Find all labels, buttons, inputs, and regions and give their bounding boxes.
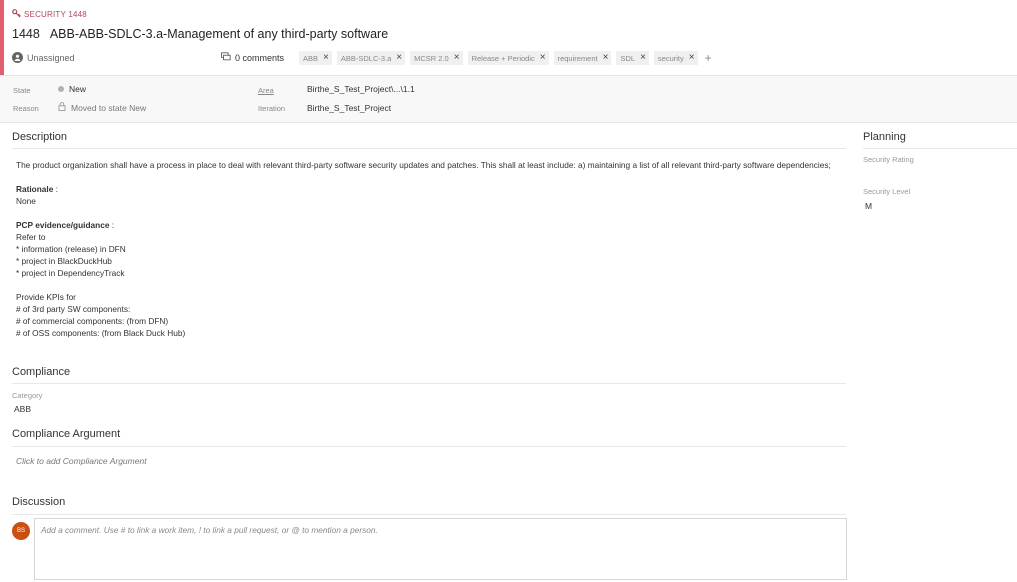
comment-placeholder: Add a comment. Use # to link a work item…	[41, 525, 378, 535]
remove-tag-icon[interactable]: ×	[603, 53, 609, 63]
rationale-colon: :	[53, 184, 58, 194]
iteration-field[interactable]: Birthe_S_Test_Project	[307, 103, 391, 113]
kpi-line: # of OSS components: (from Black Duck Hu…	[16, 328, 186, 338]
pcp-line: * project in BlackDuckHub	[16, 256, 112, 266]
tag[interactable]: requirement ×	[553, 51, 612, 65]
security-rating-label: Security Rating	[863, 155, 914, 164]
comment-input[interactable]: Add a comment. Use # to link a work item…	[34, 518, 847, 580]
work-item-type-color-bar	[0, 0, 4, 75]
assigned-to-label: Unassigned	[27, 52, 75, 63]
tag[interactable]: security ×	[653, 51, 698, 65]
category-label: Category	[12, 391, 43, 400]
tag-label: SDL	[620, 53, 636, 63]
section-divider	[12, 446, 846, 447]
pcp-heading: PCP evidence/guidance :	[16, 219, 836, 231]
security-level-field[interactable]: M	[865, 201, 872, 211]
state-field[interactable]: New	[58, 84, 86, 94]
tag[interactable]: MCSR 2.0 ×	[410, 51, 463, 65]
work-item-meta: Unassigned 0 comments ABB × ABB-SDLC-3.a ×…	[12, 51, 1017, 68]
tag-label: Release + Periodic	[471, 53, 535, 63]
remove-tag-icon[interactable]: ×	[454, 53, 460, 63]
work-item-id: 1448	[12, 27, 40, 41]
discussion-title: Discussion	[12, 496, 66, 508]
rationale-heading: Rationale :	[16, 183, 836, 195]
tag-label: security	[657, 53, 684, 63]
compliance-title: Compliance	[12, 366, 71, 378]
tag-list: ABB × ABB-SDLC-3.a × MCSR 2.0 × Release + P…	[299, 51, 712, 65]
tag-label: requirement	[557, 53, 598, 63]
category-field[interactable]: ABB	[14, 404, 31, 414]
tag[interactable]: ABB ×	[299, 51, 332, 65]
section-divider	[12, 514, 846, 515]
tag[interactable]: SDL ×	[616, 51, 649, 65]
pcp-label: PCP evidence/guidance	[16, 220, 110, 230]
person-icon	[12, 52, 23, 63]
assigned-to[interactable]: Unassigned	[12, 52, 75, 63]
key-icon	[12, 9, 21, 20]
pcp-line: * project in DependencyTrack	[16, 268, 125, 278]
remove-tag-icon[interactable]: ×	[640, 53, 646, 63]
description-title: Description	[12, 131, 68, 143]
pcp-colon: :	[109, 220, 115, 230]
tag-label: MCSR 2.0	[414, 53, 449, 63]
description-field[interactable]: The product organization shall have a pr…	[16, 159, 836, 339]
comments-link[interactable]: 0 comments	[221, 52, 284, 63]
work-item-type: SECURITY 1448	[12, 9, 87, 20]
rationale-label: Rationale	[16, 184, 54, 194]
kpi-line: Provide KPIs for	[16, 292, 76, 302]
compliance-argument-field[interactable]: Click to add Compliance Argument	[16, 456, 147, 466]
remove-tag-icon[interactable]: ×	[540, 53, 546, 63]
tag-label: ABB-SDLC-3.a	[340, 53, 392, 63]
work-item-title-row: 1448 ABB-ABB-SDLC-3.a-Management of any …	[12, 27, 388, 41]
work-item-type-label: SECURITY 1448	[24, 10, 87, 19]
iteration-label: Iteration	[258, 104, 286, 113]
section-divider	[12, 383, 846, 384]
remove-tag-icon[interactable]: ×	[396, 53, 402, 63]
description-intro: The product organization shall have a pr…	[16, 160, 831, 170]
compliance-argument-title: Compliance Argument	[12, 428, 121, 440]
area-field[interactable]: Birthe_S_Test_Project\...\1.1	[307, 84, 415, 94]
state-dot-icon	[58, 86, 64, 92]
section-divider	[12, 148, 846, 149]
state-label: State	[13, 86, 31, 95]
reason-field: Moved to state New	[58, 102, 146, 113]
reason-label: Reason	[13, 104, 39, 113]
state-value: New	[69, 84, 87, 94]
comment-icon	[221, 52, 231, 63]
comments-count: 0 comments	[235, 52, 285, 63]
remove-tag-icon[interactable]: ×	[689, 53, 695, 63]
section-divider	[863, 148, 1017, 149]
reason-value: Moved to state New	[71, 102, 147, 113]
pcp-line: Refer to	[16, 232, 46, 242]
work-item-title[interactable]: ABB-ABB-SDLC-3.a-Management of any third…	[50, 27, 388, 41]
add-tag-icon[interactable]: +	[705, 52, 712, 64]
rationale-value: None	[16, 196, 36, 206]
kpi-line: # of 3rd party SW components:	[16, 304, 131, 314]
pcp-line: * information (release) in DFN	[16, 244, 126, 254]
security-level-label: Security Level	[863, 187, 911, 196]
tag[interactable]: Release + Periodic ×	[467, 51, 549, 65]
security-rating-field[interactable]	[863, 166, 1003, 178]
lock-icon	[58, 102, 66, 113]
planning-title: Planning	[863, 131, 906, 143]
tag[interactable]: ABB-SDLC-3.a ×	[336, 51, 406, 65]
area-label: Area	[258, 86, 274, 95]
state-panel: State New Reason Moved to state New Area…	[0, 76, 1017, 123]
avatar: BS	[12, 522, 30, 540]
tag-label: ABB	[303, 53, 319, 63]
remove-tag-icon[interactable]: ×	[323, 53, 329, 63]
kpi-line: # of commercial components: (from DFN)	[16, 316, 169, 326]
